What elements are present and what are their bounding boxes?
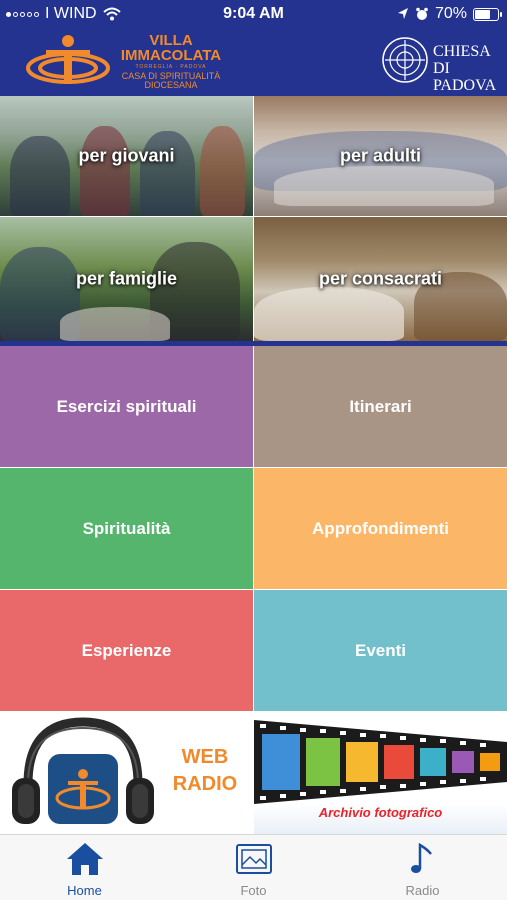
audience-giovani[interactable]: per giovani bbox=[0, 96, 253, 216]
tab-foto-label: Foto bbox=[240, 883, 267, 898]
tab-home-label: Home bbox=[67, 883, 102, 898]
tile-esperienze-label: Esperienze bbox=[81, 640, 172, 660]
tab-radio-label: Radio bbox=[405, 883, 440, 898]
tile-itinerari[interactable]: Itinerari bbox=[254, 346, 507, 467]
audience-famiglie[interactable]: per famiglie bbox=[0, 217, 253, 341]
tile-eventi[interactable]: Eventi bbox=[254, 590, 507, 711]
film-strip-icon bbox=[254, 720, 507, 804]
location-icon bbox=[397, 8, 408, 19]
tile-esercizi-spirituali-label: Esercizi spirituali bbox=[56, 396, 197, 416]
tile-eventi-label: Eventi bbox=[354, 640, 407, 660]
chiesa-logo-line1: CHIESA DI bbox=[433, 43, 490, 77]
audience-adulti[interactable]: per adulti bbox=[254, 96, 507, 216]
tile-esercizi-spirituali[interactable]: Esercizi spirituali bbox=[0, 346, 253, 467]
villa-immacolata-logo: VILLA IMMACOLATA TORREGLIA · PADOVA CASA… bbox=[24, 32, 224, 90]
logo-line-immacolata: IMMACOLATA bbox=[120, 47, 222, 64]
audience-giovani-label: per giovani bbox=[78, 145, 175, 166]
battery-icon bbox=[473, 7, 502, 21]
status-bar: I WIND 9:04 AM 70% bbox=[0, 0, 507, 30]
logo-line-diocesana: DIOCESANA bbox=[144, 80, 198, 90]
photo-icon bbox=[235, 844, 272, 874]
chiesa-emblem-icon bbox=[382, 37, 428, 83]
battery-fill bbox=[475, 9, 490, 19]
audience-consacrati-label: per consacrati bbox=[318, 268, 443, 289]
logo-line-place: TORREGLIA · PADOVA bbox=[135, 64, 207, 70]
alarm-icon bbox=[416, 7, 428, 20]
audience-consacrati[interactable]: per consacrati bbox=[254, 217, 507, 341]
audience-adulti-label: per adulti bbox=[339, 145, 421, 166]
tab-home[interactable]: Home bbox=[0, 835, 169, 900]
web-radio-line2: RADIO bbox=[172, 773, 238, 795]
tile-approfondimenti-label: Approfondimenti bbox=[312, 518, 449, 538]
headphones-icon bbox=[12, 717, 154, 824]
music-note-icon bbox=[410, 842, 432, 873]
app-header: I WIND 9:04 AM 70% VILLA IMMACOLATA TORR… bbox=[0, 0, 507, 96]
home-icon bbox=[66, 843, 103, 875]
logo-line-villa: VILLA bbox=[149, 32, 193, 49]
tile-spiritualita-label: Spiritualità bbox=[82, 518, 171, 538]
chiesa-di-padova-logo: CHIESA DI PADOVA bbox=[381, 36, 501, 93]
tab-radio[interactable]: Radio bbox=[338, 835, 507, 900]
web-radio-line1: WEB bbox=[181, 746, 229, 768]
battery-percent: 70% bbox=[434, 5, 467, 22]
audience-photo-grid: per giovani per adulti per famiglie per … bbox=[0, 96, 507, 341]
chiesa-logo-line2: PADOVA bbox=[433, 76, 497, 94]
tile-esperienze[interactable]: Esperienze bbox=[0, 590, 253, 711]
tile-itinerari-label: Itinerari bbox=[349, 396, 412, 416]
audience-famiglie-label: per famiglie bbox=[75, 268, 178, 289]
archivio-fotografico-caption: Archivio fotografico bbox=[318, 805, 443, 820]
cross-logo-icon bbox=[26, 35, 110, 84]
tile-approfondimenti[interactable]: Approfondimenti bbox=[254, 468, 507, 589]
tile-spiritualita[interactable]: Spiritualità bbox=[0, 468, 253, 589]
tab-foto[interactable]: Foto bbox=[169, 835, 338, 900]
web-radio-banner[interactable]: WEB RADIO bbox=[0, 712, 253, 834]
bottom-tab-bar: Home Foto Radio bbox=[0, 834, 507, 900]
archivio-fotografico-banner[interactable]: Archivio fotografico bbox=[254, 712, 507, 834]
